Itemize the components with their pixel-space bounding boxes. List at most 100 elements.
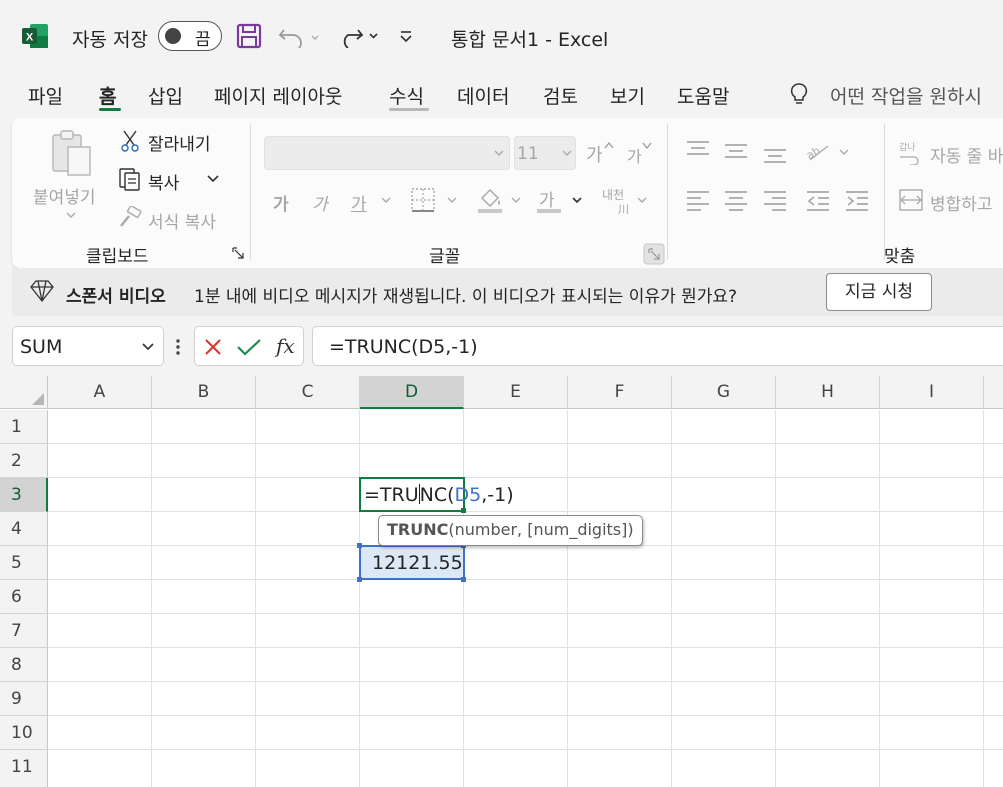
row-header-10[interactable]: 10 [0, 716, 48, 750]
row-header-11[interactable]: 11 [0, 750, 48, 787]
align-right-icon[interactable] [763, 189, 787, 211]
clipboard-launcher-icon[interactable] [232, 247, 244, 259]
increase-indent-icon[interactable] [845, 189, 869, 211]
excel-logo-icon: X [22, 24, 48, 48]
column-header-e[interactable]: E [464, 376, 568, 409]
underline-button[interactable]: 가 [351, 190, 367, 215]
align-left-icon[interactable] [686, 189, 710, 211]
paste-dropdown-icon[interactable] [65, 210, 77, 220]
autosave-toggle[interactable]: 끔 [158, 21, 222, 51]
menu-page-layout[interactable]: 페이지 레이아웃 [214, 82, 342, 109]
fill-handle[interactable] [461, 508, 466, 513]
column-header-a[interactable]: A [48, 376, 152, 409]
column-header-g[interactable]: G [672, 376, 776, 409]
cut-label[interactable]: 잘라내기 [148, 130, 211, 155]
chevron-down-icon[interactable] [561, 149, 573, 159]
copy-dropdown-icon[interactable] [206, 173, 220, 185]
copy-label[interactable]: 복사 [148, 169, 179, 194]
bold-button[interactable]: 가 [273, 190, 289, 215]
save-icon[interactable] [236, 23, 262, 49]
paste-label[interactable]: 붙여넣기 [33, 183, 96, 208]
align-center-icon[interactable] [724, 189, 748, 211]
name-box[interactable]: SUM [12, 326, 164, 366]
shrink-font-button[interactable]: 가 [627, 143, 642, 167]
font-launcher-icon[interactable] [643, 243, 665, 265]
menu-formulas[interactable]: 수식 [389, 82, 424, 109]
borders-icon[interactable] [410, 187, 436, 213]
paste-icon[interactable] [50, 129, 94, 179]
align-bottom-icon[interactable] [763, 142, 787, 164]
redo-icon[interactable] [336, 24, 380, 48]
cell-d3-editor[interactable]: =TRUNC(D5,-1) [364, 484, 514, 506]
enter-check-icon[interactable] [236, 338, 262, 356]
reference-handle[interactable] [461, 577, 466, 582]
row-header-8[interactable]: 8 [0, 648, 48, 682]
row-header-5[interactable]: 5 [0, 546, 48, 580]
fill-color-icon[interactable] [476, 186, 504, 214]
column-header-h[interactable]: H [776, 376, 880, 409]
chevron-down-icon[interactable] [636, 196, 648, 206]
function-syntax-tooltip[interactable]: TRUNC(number, [num_digits]) [378, 515, 643, 546]
tooltip-arguments: (number, [num_digits]) [448, 520, 634, 539]
tooltip-function-name[interactable]: TRUNC [387, 520, 448, 539]
more-options-icon[interactable] [174, 338, 182, 356]
row-header-7[interactable]: 7 [0, 614, 48, 648]
caret-down-icon [642, 142, 652, 149]
column-header-i[interactable]: I [880, 376, 984, 409]
autosave-label: 자동 저장 [72, 29, 148, 51]
menu-insert[interactable]: 삽입 [148, 82, 183, 109]
column-header-d[interactable]: D [360, 376, 464, 409]
chevron-down-icon[interactable] [510, 196, 522, 206]
chevron-down-icon[interactable] [571, 196, 583, 206]
row-header-1[interactable]: 1 [0, 410, 48, 444]
font-name-combo[interactable] [264, 136, 510, 170]
chevron-down-icon[interactable] [141, 342, 155, 352]
menu-data[interactable]: 데이터 [457, 82, 509, 109]
chevron-down-icon[interactable] [493, 149, 505, 159]
row-header-2[interactable]: 2 [0, 444, 48, 478]
align-top-icon[interactable] [686, 140, 710, 160]
chevron-down-icon[interactable] [380, 196, 392, 206]
menu-home[interactable]: 홈 [99, 82, 116, 109]
chevron-down-icon[interactable] [446, 196, 458, 206]
wrap-text-label[interactable]: 자동 줄 바 [930, 142, 1003, 167]
grow-font-button[interactable]: 가 [586, 141, 603, 167]
column-header-f[interactable]: F [568, 376, 672, 409]
column-header-b[interactable]: B [152, 376, 256, 409]
wrap-text-icon[interactable]: 갑나 [898, 139, 924, 165]
row-header-3[interactable]: 3 [0, 478, 48, 512]
format-painter-icon[interactable] [118, 206, 142, 230]
customize-qat-icon[interactable] [398, 28, 414, 44]
row-header-9[interactable]: 9 [0, 682, 48, 716]
cell-d3-text-prefix: =TRU [364, 484, 419, 506]
align-middle-icon[interactable] [724, 140, 748, 162]
orientation-icon[interactable]: ab [804, 140, 850, 164]
menu-file[interactable]: 파일 [28, 82, 63, 109]
tell-me-search[interactable]: 어떤 작업을 원하시 [830, 82, 982, 109]
menu-view[interactable]: 보기 [610, 82, 645, 109]
copy-icon[interactable] [118, 167, 142, 191]
font-size-combo[interactable]: 11 [514, 136, 576, 170]
undo-icon[interactable] [278, 24, 320, 48]
watch-now-button[interactable]: 지금 시청 [826, 273, 932, 311]
cancel-icon[interactable] [204, 338, 222, 356]
merge-label[interactable]: 병합하고 [930, 190, 993, 215]
title-bar: X 자동 저장 끔 통합 문서1 - Excel [0, 0, 1003, 72]
format-painter-label[interactable]: 서식 복사 [148, 208, 216, 233]
column-header-c[interactable]: C [256, 376, 360, 409]
italic-button[interactable]: 가 [312, 190, 328, 215]
cut-icon[interactable] [120, 130, 140, 152]
menu-help[interactable]: 도움말 [677, 82, 729, 109]
select-all-corner[interactable] [0, 376, 48, 409]
reference-handle[interactable] [357, 543, 362, 548]
decrease-indent-icon[interactable] [806, 189, 830, 211]
menu-review[interactable]: 검토 [543, 82, 578, 109]
lightbulb-icon[interactable] [788, 82, 810, 108]
formula-input[interactable]: =TRUNC(D5,-1) [312, 326, 1003, 366]
reference-handle[interactable] [357, 577, 362, 582]
row-header-6[interactable]: 6 [0, 580, 48, 614]
insert-function-icon[interactable]: fx [275, 334, 299, 360]
row-header-4[interactable]: 4 [0, 512, 48, 546]
merge-center-icon[interactable] [898, 188, 924, 212]
font-color-button[interactable]: 가 [539, 186, 555, 211]
